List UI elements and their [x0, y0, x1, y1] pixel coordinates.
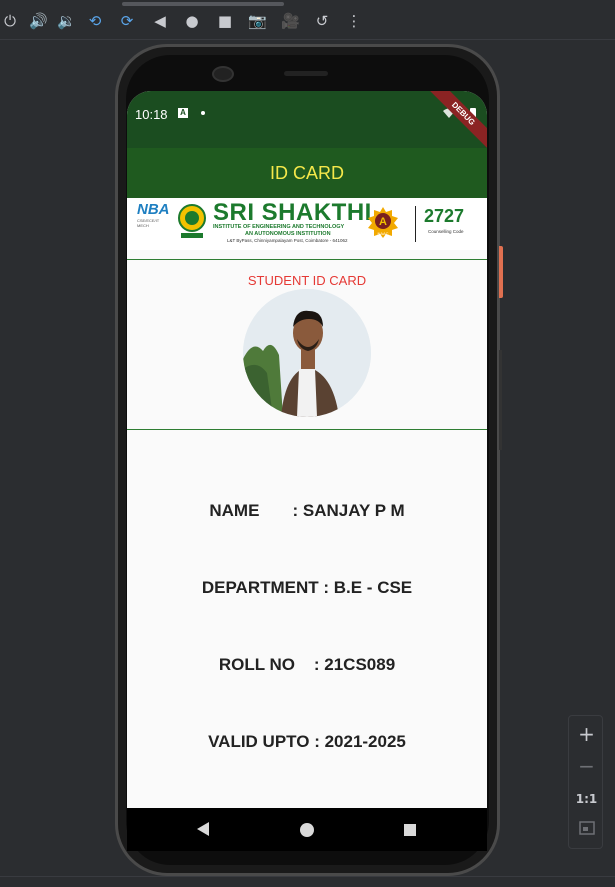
banner-divider	[415, 206, 416, 242]
power-icon[interactable]: ⏻	[1, 12, 19, 30]
student-department: DEPARTMENT : B.E - CSE	[201, 578, 413, 597]
emulator-toolbar: ⏻ 🔊 🔉 ⟲ ⟳ ◀ ● ■ 📷 🎥 ↺ ⋮	[0, 0, 615, 40]
student-roll-no: ROLL NO : 21CS089	[218, 655, 396, 674]
nav-back-icon[interactable]	[197, 822, 209, 836]
college-banner: NBA CSE/ECE/IT MECH SRI SHAKTHI INSTITUT…	[127, 198, 487, 250]
status-time: 10:18	[135, 107, 168, 122]
counselling-code-label: Counselling Code	[428, 229, 464, 234]
college-address: L&T ByPass, Chinniyampalayam Post, Coimb…	[227, 238, 348, 243]
nav-home-icon[interactable]	[300, 823, 314, 837]
zoom-controls: + − 1:1	[568, 715, 603, 849]
earpiece-speaker	[284, 71, 328, 76]
naac-grade: A	[379, 216, 387, 228]
volume-side-button[interactable]	[499, 350, 502, 450]
camera-icon[interactable]: 📷	[248, 12, 267, 30]
status-bar: 10:18 A DEBUG	[127, 91, 487, 152]
video-icon[interactable]: 🎥	[281, 12, 300, 30]
college-autonomous: AN AUTONOMOUS INSTITUTION	[245, 231, 331, 237]
college-subtitle: INSTITUTE OF ENGINEERING AND TECHNOLOGY	[213, 224, 345, 230]
app-bar: ID CARD	[127, 148, 487, 198]
back-icon[interactable]: ◀	[151, 12, 169, 30]
divider-bottom	[127, 429, 487, 430]
student-id-heading: STUDENT ID CARD	[247, 273, 367, 288]
nba-logo-sub: CSE/ECE/IT MECH	[137, 218, 160, 228]
phone-screen: 10:18 A DEBUG ID CARD NBA CSE/ECE/IT MEC…	[127, 91, 487, 851]
front-camera	[212, 66, 234, 82]
toolbar-drag-handle[interactable]	[122, 2, 284, 6]
app-bar-title: ID CARD	[269, 163, 344, 183]
android-nav-bar	[127, 808, 487, 851]
college-name: SRI SHAKTHI	[213, 199, 372, 226]
counselling-code: 2727	[424, 206, 465, 226]
rotate-left-icon[interactable]: ⟲	[86, 12, 104, 30]
nba-logo: NBA CSE/ECE/IT MECH	[137, 202, 171, 242]
bottom-status-bar	[0, 876, 615, 887]
zoom-in-button[interactable]: +	[569, 722, 604, 746]
overview-icon[interactable]: ■	[216, 12, 234, 30]
replay-icon[interactable]: ↺	[313, 12, 331, 30]
home-icon[interactable]: ●	[183, 12, 201, 30]
zoom-out-button[interactable]: −	[569, 754, 604, 778]
student-photo	[243, 289, 371, 417]
fit-screen-icon[interactable]	[569, 820, 604, 839]
notification-icon: A	[178, 108, 188, 118]
rotate-right-icon[interactable]: ⟳	[118, 12, 136, 30]
more-icon[interactable]: ⋮	[345, 12, 363, 30]
power-side-button[interactable]	[499, 246, 503, 298]
nba-logo-text: NBA	[137, 201, 170, 218]
student-name: NAME : SANJAY P M	[209, 501, 405, 520]
notification-dot	[201, 111, 205, 115]
nav-recents-icon[interactable]	[404, 824, 416, 836]
naac-badge-icon: A NAAC	[367, 206, 399, 238]
volume-up-icon[interactable]: 🔊	[29, 12, 48, 30]
actual-size-button[interactable]: 1:1	[569, 792, 604, 806]
student-valid-upto: VALID UPTO : 2021-2025	[208, 732, 406, 751]
naac-label: NAAC	[377, 231, 388, 236]
volume-down-icon[interactable]: 🔉	[57, 12, 76, 30]
divider-top	[127, 259, 487, 260]
college-emblem-icon	[177, 203, 207, 241]
